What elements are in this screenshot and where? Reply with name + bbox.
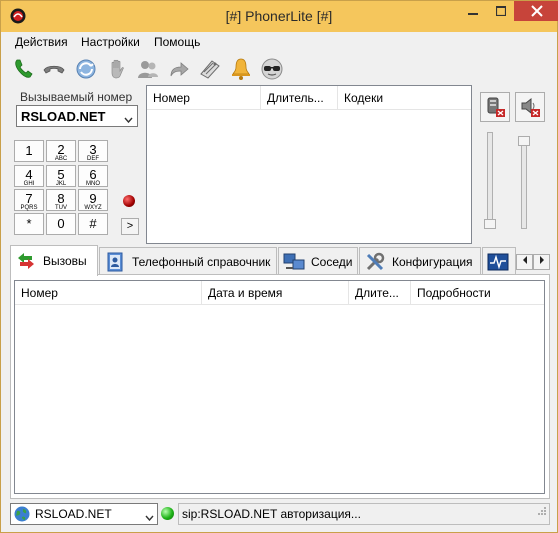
tab-monitor[interactable] bbox=[482, 247, 516, 275]
mic-mute-button[interactable] bbox=[480, 92, 510, 122]
toolbar bbox=[1, 53, 557, 85]
anonymous-button[interactable] bbox=[259, 56, 285, 82]
record-led-icon bbox=[123, 195, 135, 207]
column-header-number[interactable]: Номер bbox=[147, 86, 260, 110]
conference-button[interactable] bbox=[135, 56, 161, 82]
called-number-label: Вызываемый номер bbox=[20, 90, 133, 104]
dial-key-5[interactable]: 5 JKL bbox=[46, 165, 76, 187]
anonymous-icon bbox=[261, 58, 283, 80]
minimize-button[interactable] bbox=[459, 1, 487, 21]
menu-bar: Действия Настройки Помощь bbox=[1, 32, 557, 52]
do-not-disturb-button[interactable] bbox=[228, 56, 254, 82]
column-header-number[interactable]: Номер bbox=[15, 281, 201, 305]
dial-key-9[interactable]: 9 WXYZ bbox=[78, 189, 108, 211]
status-message-text: sip:RSLOAD.NET авторизация... bbox=[182, 507, 361, 521]
mailbox-button[interactable] bbox=[197, 56, 223, 82]
column-header-codecs[interactable]: Кодеки bbox=[338, 86, 471, 110]
menu-actions[interactable]: Действия bbox=[15, 35, 68, 49]
transfer-icon bbox=[76, 59, 96, 79]
speaker-volume-thumb[interactable] bbox=[518, 136, 530, 146]
status-bar: RSLOAD.NET sip:RSLOAD.NET авторизация... bbox=[10, 502, 550, 528]
calls-tab-panel: Номер Дата и время Длите... Подробности bbox=[10, 274, 550, 499]
hangup-button[interactable] bbox=[41, 56, 67, 82]
microphone-mute-icon bbox=[487, 97, 505, 117]
mic-volume-thumb[interactable] bbox=[484, 219, 496, 229]
do-not-disturb-icon bbox=[232, 58, 250, 80]
tab-phonebook[interactable]: Телефонный справочник bbox=[99, 247, 277, 275]
called-number-value: RSLOAD.NET bbox=[21, 109, 106, 124]
column-header-duration[interactable]: Длите... bbox=[349, 281, 410, 305]
close-icon bbox=[530, 5, 543, 17]
expand-button[interactable]: > bbox=[121, 218, 139, 235]
column-header-details[interactable]: Подробности bbox=[411, 281, 544, 305]
hold-icon bbox=[111, 59, 124, 79]
chevron-down-icon[interactable] bbox=[145, 510, 154, 524]
tab-calls[interactable]: Вызовы bbox=[10, 245, 98, 276]
account-value: RSLOAD.NET bbox=[35, 507, 112, 521]
maximize-button[interactable] bbox=[487, 1, 514, 21]
phonebook-icon bbox=[104, 251, 126, 273]
dial-key-3[interactable]: 3 DEF bbox=[78, 140, 108, 162]
column-header-datetime[interactable]: Дата и время bbox=[202, 281, 348, 305]
globe-icon bbox=[14, 506, 30, 522]
tab-neighbors[interactable]: Соседи bbox=[278, 247, 358, 275]
chevron-right-icon bbox=[539, 256, 544, 264]
chevron-left-icon bbox=[522, 256, 527, 264]
tab-scroll-left-button[interactable] bbox=[516, 254, 533, 270]
tab-phonebook-label: Телефонный справочник bbox=[132, 254, 271, 269]
chevron-down-icon[interactable] bbox=[124, 112, 133, 126]
close-button[interactable] bbox=[514, 1, 558, 21]
menu-settings[interactable]: Настройки bbox=[81, 35, 140, 49]
dial-key-6[interactable]: 6 MNO bbox=[78, 165, 108, 187]
mic-volume-slider[interactable] bbox=[487, 132, 493, 229]
hangup-icon bbox=[43, 65, 65, 74]
account-combo[interactable]: RSLOAD.NET bbox=[10, 503, 158, 525]
tab-scroll-right-button[interactable] bbox=[533, 254, 550, 270]
dial-key-2[interactable]: 2 ABC bbox=[46, 140, 76, 162]
tab-calls-label: Вызовы bbox=[43, 254, 87, 268]
call-icon bbox=[15, 59, 33, 78]
status-message: sip:RSLOAD.NET авторизация... bbox=[178, 503, 550, 525]
dial-key-hash[interactable]: # bbox=[78, 213, 108, 235]
speaker-mute-icon bbox=[521, 97, 540, 117]
tab-configuration[interactable]: Конфигурация bbox=[359, 247, 481, 275]
forward-button[interactable] bbox=[166, 56, 192, 82]
title-bar[interactable]: [#] PhonerLite [#] bbox=[1, 1, 558, 32]
call-history-list[interactable]: Номер Дата и время Длите... Подробности bbox=[14, 280, 545, 494]
forward-icon bbox=[170, 62, 189, 77]
dial-key-8[interactable]: 8 TUV bbox=[46, 189, 76, 211]
calls-icon bbox=[15, 250, 37, 272]
resize-grip-icon[interactable] bbox=[537, 502, 547, 522]
dial-key-1[interactable]: 1 bbox=[14, 140, 44, 162]
column-header-duration[interactable]: Длитель... bbox=[261, 86, 337, 110]
active-calls-list[interactable]: Номер Длитель... Кодеки bbox=[146, 85, 472, 244]
called-number-combo[interactable]: RSLOAD.NET bbox=[16, 105, 138, 127]
conference-icon bbox=[138, 61, 158, 78]
monitor-icon bbox=[487, 251, 509, 273]
hold-button[interactable] bbox=[104, 56, 130, 82]
main-tabs: Вызовы Телефонный справочник Соседи Конф… bbox=[10, 245, 550, 276]
dial-key-4[interactable]: 4 GHI bbox=[14, 165, 44, 187]
neighbors-icon bbox=[283, 251, 305, 273]
app-window: [#] PhonerLite [#] Действия Настройки По… bbox=[0, 0, 558, 533]
call-button[interactable] bbox=[11, 56, 37, 82]
registration-status-led-icon bbox=[161, 507, 174, 520]
transfer-button[interactable] bbox=[73, 56, 99, 82]
speaker-volume-slider[interactable] bbox=[521, 141, 527, 229]
tab-neighbors-label: Соседи bbox=[311, 254, 353, 269]
mailbox-icon bbox=[200, 60, 220, 79]
speaker-mute-button[interactable] bbox=[515, 92, 545, 122]
dial-key-star[interactable]: * bbox=[14, 213, 44, 235]
menu-help[interactable]: Помощь bbox=[154, 35, 200, 49]
tab-configuration-label: Конфигурация bbox=[392, 254, 473, 269]
configuration-icon bbox=[364, 251, 386, 273]
dial-key-7[interactable]: 7 PQRS bbox=[14, 189, 44, 211]
dial-key-0[interactable]: 0 bbox=[46, 213, 76, 235]
